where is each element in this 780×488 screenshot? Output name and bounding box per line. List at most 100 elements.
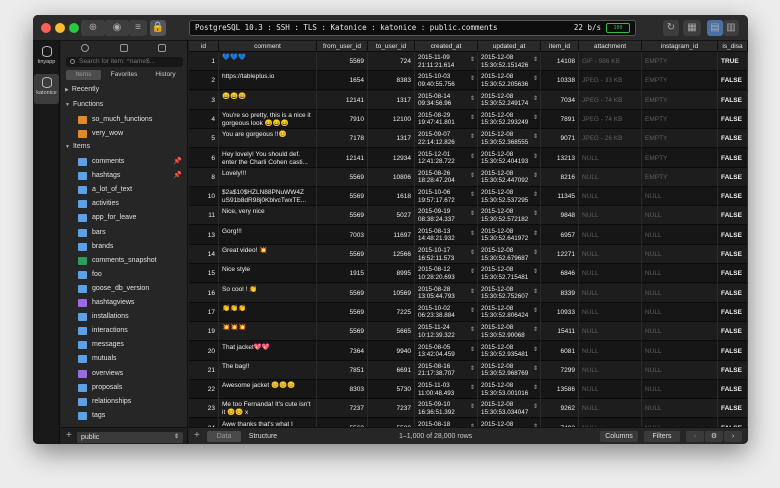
tab-items[interactable]: Items	[66, 70, 101, 80]
cell-id[interactable]: 19	[189, 322, 219, 342]
cell-to-user-id[interactable]: 5580	[368, 418, 415, 427]
minimize-button[interactable]	[55, 23, 65, 33]
stepper-icon[interactable]: ⇕	[470, 404, 475, 412]
cell-comment[interactable]: Nice, very nice	[219, 206, 317, 226]
cell-item-id[interactable]: 7034	[541, 90, 579, 110]
cell-is-disa[interactable]: FALSE	[718, 380, 748, 400]
cell-to-user-id[interactable]: 1618	[368, 187, 415, 207]
preview-icon[interactable]: ◉	[105, 20, 129, 36]
column-header[interactable]: created_at	[415, 41, 478, 52]
cell-is-disa[interactable]: FALSE	[718, 283, 748, 303]
add-icon[interactable]: +	[66, 430, 72, 441]
sidebar-item-interactions[interactable]: interactions	[78, 324, 187, 338]
stepper-icon[interactable]: ⇕	[470, 192, 475, 200]
cell-instagram-id[interactable]: EMPTY	[642, 167, 718, 187]
cell-id[interactable]: 17	[189, 302, 219, 322]
cell-to-user-id[interactable]: 1317	[368, 129, 415, 149]
cell-created-at[interactable]: 2015-10-06 19:57:17.672 ⇕	[415, 187, 478, 207]
cell-to-user-id[interactable]: 1317	[368, 90, 415, 110]
stepper-icon[interactable]: ⇕	[470, 250, 475, 258]
cell-attachment[interactable]: NULL	[579, 245, 642, 264]
cell-updated-at[interactable]: 2015-12-08 15:30:52.90068 ⇕	[478, 322, 541, 342]
sidebar-item-bars[interactable]: bars	[78, 226, 187, 240]
cell-attachment[interactable]: NULL	[579, 302, 642, 322]
column-header[interactable]: is_disa	[718, 41, 748, 52]
cell-is-disa[interactable]: FALSE	[718, 187, 748, 207]
cell-id[interactable]: 1	[189, 52, 219, 71]
stepper-icon[interactable]: ⇕	[533, 211, 538, 219]
cell-instagram-id[interactable]: EMPTY	[642, 148, 718, 168]
cell-id[interactable]: 5	[189, 129, 219, 149]
cell-created-at[interactable]: 2015-10-02 06:23:38.884 ⇕	[415, 302, 478, 322]
cell-comment[interactable]: You are gorgeous !!😊	[219, 129, 317, 149]
sidebar-item-messages[interactable]: messages	[78, 338, 187, 352]
cell-from-user-id[interactable]: 12141	[317, 90, 368, 110]
cell-comment[interactable]: 💙💙💙	[219, 52, 317, 71]
stepper-icon[interactable]: ⇕	[470, 269, 475, 277]
cell-comment[interactable]: Nice style	[219, 264, 317, 284]
cell-comment[interactable]: $2a$10$HZLN88PNuWW4Z uS91b8dR98j0KblvcTw…	[219, 187, 317, 207]
stepper-icon[interactable]: ⇕	[533, 115, 538, 123]
cell-from-user-id[interactable]: 5569	[317, 302, 368, 322]
cell-id[interactable]: 2	[189, 71, 219, 91]
stepper-icon[interactable]: ⇕	[533, 404, 538, 412]
cell-from-user-id[interactable]: 7851	[317, 360, 368, 380]
sidebar-item-mutuals[interactable]: mutuals	[78, 352, 187, 366]
tab-structure[interactable]: Structure	[243, 431, 283, 442]
cell-id[interactable]: 13	[189, 225, 219, 245]
cell-created-at[interactable]: 2015-08-29 19:47:41.801 ⇕	[415, 109, 478, 129]
cell-is-disa[interactable]: FALSE	[718, 322, 748, 342]
cell-created-at[interactable]: 2015-10-03 09:40:55.756 ⇕	[415, 71, 478, 91]
column-header[interactable]: from_user_id	[317, 41, 368, 52]
refresh-icon[interactable]: ↻	[663, 20, 679, 36]
cell-to-user-id[interactable]: 5665	[368, 322, 415, 342]
cell-updated-at[interactable]: 2015-12-08 15:30:52.806424 ⇕	[478, 302, 541, 322]
cell-to-user-id[interactable]: 6691	[368, 360, 415, 380]
cell-to-user-id[interactable]: 10569	[368, 283, 415, 303]
table-row[interactable]: 22 Awesome jacket 😊😊😊 8303 5730 2015-11-03 11…	[189, 380, 748, 400]
table-row[interactable]: 3 😄😄😄 12141 1317 2015-08-14 09:34:56.96 ⇕ 2015-…	[189, 90, 748, 110]
cell-comment[interactable]: Me too Fernanda! It's cute isn't it 😊😊 x	[219, 399, 317, 419]
cell-item-id[interactable]: 10933	[541, 302, 579, 322]
cell-to-user-id[interactable]: 8383	[368, 71, 415, 91]
sidebar-item-a-lot-of-text[interactable]: a_lot_of_text	[78, 183, 187, 197]
cell-comment[interactable]: Hey lovely! You should def. enter the Ch…	[219, 148, 317, 168]
cell-from-user-id[interactable]: 5569	[317, 283, 368, 303]
cell-updated-at[interactable]: 2015-12-08 15:30:52.368555 ⇕	[478, 129, 541, 149]
cell-instagram-id[interactable]: NULL	[642, 187, 718, 207]
sql-icon[interactable]: ≡	[129, 20, 147, 36]
cell-updated-at[interactable]: 2015-12-08 15:30:52.641972 ⇕	[478, 225, 541, 245]
stepper-icon[interactable]: ⇕	[533, 385, 538, 393]
cell-to-user-id[interactable]: 7225	[368, 302, 415, 322]
cell-from-user-id[interactable]: 5569	[317, 206, 368, 226]
cell-created-at[interactable]: 2015-11-09 21:11:21.614 ⇕	[415, 52, 478, 71]
stepper-icon[interactable]: ⇕	[470, 57, 475, 65]
cell-updated-at[interactable]: 2015-12-08 15:30:53.034047 ⇕	[478, 399, 541, 419]
cell-to-user-id[interactable]: 5027	[368, 206, 415, 226]
sidebar-item-hashtags[interactable]: hashtags 📌	[78, 169, 187, 183]
cell-created-at[interactable]: 2015-08-28 13:05:44.793 ⇕	[415, 283, 478, 303]
cell-instagram-id[interactable]: NULL	[642, 341, 718, 361]
connection-icon[interactable]: ⊕	[81, 20, 105, 36]
table-row[interactable]: 10 $2a$10$HZLN88PNuWW4Z uS91b8dR98j0Kblvc…	[189, 187, 748, 207]
cell-item-id[interactable]: 6957	[541, 225, 579, 245]
cell-attachment[interactable]: NULL	[579, 167, 642, 187]
cell-from-user-id[interactable]: 8303	[317, 380, 368, 400]
cell-created-at[interactable]: 2015-08-26 18:28:47.204 ⇕	[415, 167, 478, 187]
cell-created-at[interactable]: 2015-08-13 14:48:21.932 ⇕	[415, 225, 478, 245]
cell-updated-at[interactable]: 2015-12-08 15:30:52.968769 ⇕	[478, 360, 541, 380]
sidebar-item-relationships[interactable]: relationships	[78, 395, 187, 409]
sidebar-item-app-for-leave[interactable]: app_for_leave	[78, 211, 187, 225]
cell-created-at[interactable]: 2015-08-16 21:17:38.707 ⇕	[415, 360, 478, 380]
cell-from-user-id[interactable]: 7910	[317, 109, 368, 129]
cell-item-id[interactable]: 9262	[541, 399, 579, 419]
cell-attachment[interactable]: NULL	[579, 322, 642, 342]
section-recently[interactable]: ▶ Recently	[65, 86, 99, 93]
database-small-icon[interactable]	[120, 44, 128, 52]
cell-created-at[interactable]: 2015-10-17 16:52:11.573 ⇕	[415, 245, 478, 264]
cell-instagram-id[interactable]: EMPTY	[642, 71, 718, 91]
function-item[interactable]: very_wow	[78, 127, 187, 141]
column-header[interactable]: updated_at	[478, 41, 541, 52]
cell-item-id[interactable]: 7492	[541, 418, 579, 427]
close-button[interactable]	[41, 23, 51, 33]
